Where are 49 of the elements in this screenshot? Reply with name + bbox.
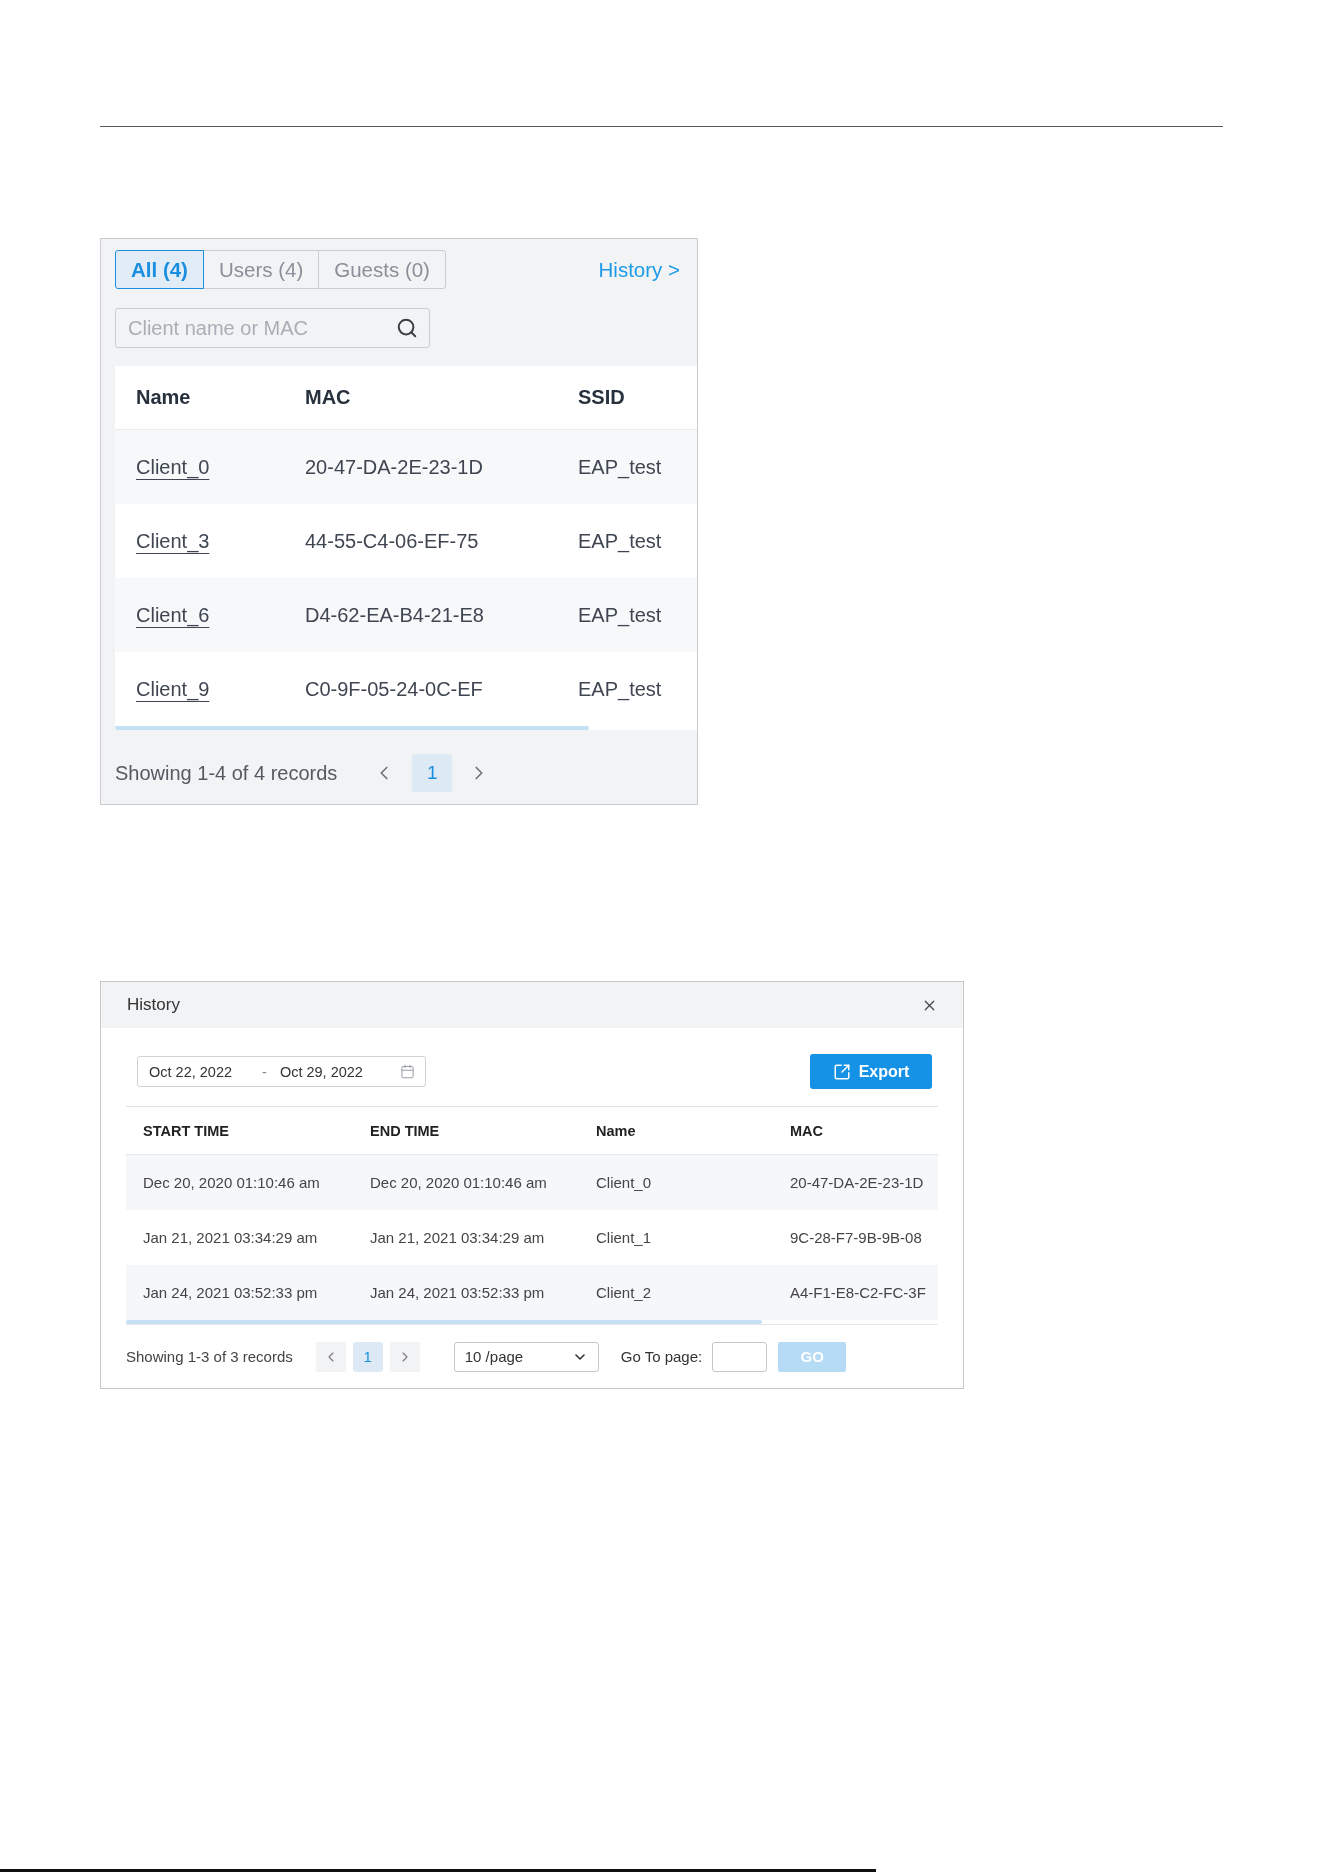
date-range-field[interactable]: Oct 22, 2022 - Oct 29, 2022 xyxy=(137,1056,426,1087)
records-summary: Showing 1-4 of 4 records xyxy=(115,761,338,785)
column-header: Name xyxy=(595,1122,637,1139)
calendar-icon[interactable] xyxy=(400,1064,415,1079)
table-cell-text: Jan 21, 2021 03:34:29 am xyxy=(142,1229,319,1246)
horizontal-scrollbar[interactable] xyxy=(126,1320,762,1324)
column-header: MAC xyxy=(304,386,352,409)
table-cell-text: Client_1 xyxy=(595,1229,653,1246)
table-cell-text: 20-47-DA-2E-23-1D xyxy=(304,455,484,479)
column-header: START TIME xyxy=(142,1122,230,1139)
column-header: END TIME xyxy=(369,1122,441,1139)
table-cell-text: Client_2 xyxy=(595,1284,653,1301)
client-name-link[interactable]: Client_6 xyxy=(136,603,210,626)
table-cell-text: Dec 20, 2020 01:10:46 am xyxy=(369,1174,548,1191)
table-cell-text: A4-F1-E8-C2-FC-3F xyxy=(789,1284,927,1301)
table-cell-text: Jan 24, 2021 03:52:33 pm xyxy=(369,1284,546,1301)
table-cell-text: D4-62-EA-B4-21-E8 xyxy=(304,603,485,627)
table-cell-text: Client_0 xyxy=(595,1174,653,1191)
next-page-button[interactable] xyxy=(389,1341,420,1372)
date-separator: - xyxy=(262,1063,267,1080)
client-name-link[interactable]: Client_9 xyxy=(136,677,210,700)
table-cell-text: Dec 20, 2020 01:10:46 am xyxy=(142,1174,321,1191)
go-to-page-label: Go To page: xyxy=(620,1348,703,1365)
table-cell-text: EAP_test xyxy=(577,603,663,627)
records-summary: Showing 1-3 of 3 records xyxy=(126,1348,293,1365)
end-date[interactable]: Oct 29, 2022 xyxy=(279,1063,363,1080)
external-link-icon xyxy=(832,1062,851,1081)
client-name-link[interactable]: Client_0 xyxy=(136,455,210,478)
dialog-title: History xyxy=(127,995,180,1015)
table-cell-text: EAP_test xyxy=(577,455,663,479)
client-name-link[interactable]: Client_3 xyxy=(136,529,210,552)
table-cell-text: Jan 24, 2021 03:52:33 pm xyxy=(142,1284,319,1301)
page-number-field[interactable] xyxy=(712,1341,768,1372)
table-cell-text: 9C-28-F7-9B-9B-08 xyxy=(789,1229,923,1246)
column-header: MAC xyxy=(789,1122,825,1139)
table-cell-text: EAP_test xyxy=(577,529,663,553)
table-cell-text: C0-9F-05-24-0C-EF xyxy=(304,677,484,701)
column-header: SSID xyxy=(577,386,626,409)
table-cell-text: 20-47-DA-2E-23-1D xyxy=(789,1174,925,1191)
table-cell-text: 44-55-C4-06-EF-75 xyxy=(304,529,480,553)
horizontal-scrollbar[interactable] xyxy=(115,726,589,730)
start-date[interactable]: Oct 22, 2022 xyxy=(149,1063,233,1080)
table-cell-text: Jan 21, 2021 03:34:29 am xyxy=(369,1229,546,1246)
search-field[interactable]: Client name or MAC xyxy=(115,308,430,348)
table-cell-text: EAP_test xyxy=(577,677,663,701)
search-icon[interactable] xyxy=(396,317,418,339)
previous-page-button[interactable] xyxy=(315,1341,346,1372)
column-header: Name xyxy=(135,386,192,409)
page-size-select[interactable]: 10 /page xyxy=(453,1341,599,1372)
